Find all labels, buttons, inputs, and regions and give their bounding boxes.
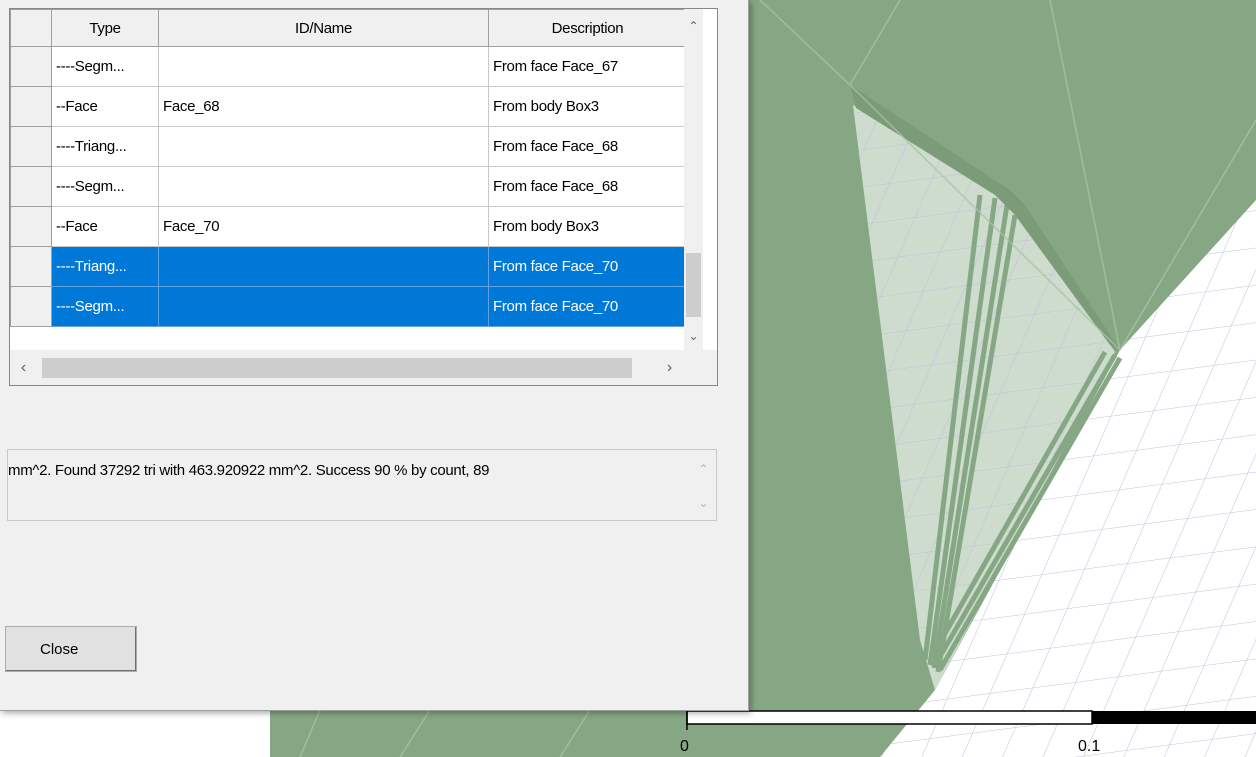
- result-message: mm^2. Found 37292 tri with 463.920922 mm…: [8, 462, 490, 479]
- row-header[interactable]: [10, 126, 52, 167]
- id-cell[interactable]: Face_68: [158, 86, 489, 127]
- description-cell[interactable]: From body Box3: [488, 206, 687, 247]
- message-scroll-down-icon[interactable]: ⌄: [694, 494, 713, 513]
- description-cell[interactable]: From face Face_68: [488, 126, 687, 167]
- results-grid[interactable]: Type ID/Name Description ----Segm... Fro…: [9, 8, 718, 386]
- id-cell[interactable]: Face_70: [158, 206, 489, 247]
- vertical-scrollbar[interactable]: ⌃ ⌄: [684, 9, 703, 350]
- type-cell[interactable]: ----Triang...: [51, 246, 159, 287]
- scroll-up-icon[interactable]: ⌃: [684, 17, 703, 36]
- description-cell[interactable]: From face Face_70: [488, 286, 687, 327]
- row-header[interactable]: [10, 206, 52, 247]
- type-cell[interactable]: --Face: [51, 86, 159, 127]
- description-cell[interactable]: From face Face_67: [488, 46, 687, 87]
- scroll-right-icon[interactable]: ›: [660, 358, 679, 377]
- table-row-selected[interactable]: ----Segm... From face Face_70: [10, 286, 687, 327]
- table-row[interactable]: --Face Face_68 From body Box3: [10, 86, 687, 127]
- scroll-down-icon[interactable]: ⌄: [684, 327, 703, 346]
- row-header[interactable]: [10, 86, 52, 127]
- type-cell[interactable]: ----Segm...: [51, 286, 159, 327]
- id-cell[interactable]: [158, 246, 489, 287]
- type-cell[interactable]: ----Segm...: [51, 46, 159, 87]
- message-box[interactable]: mm^2. Found 37292 tri with 463.920922 mm…: [7, 449, 717, 521]
- table-row-selected[interactable]: ----Triang... From face Face_70: [10, 246, 687, 287]
- scale-label-0: 0: [680, 738, 689, 755]
- row-header[interactable]: [10, 46, 52, 87]
- message-scrollbar[interactable]: ⌃ ⌄: [692, 450, 714, 520]
- column-header-description[interactable]: Description: [488, 9, 687, 47]
- table-row[interactable]: --Face Face_70 From body Box3: [10, 206, 687, 247]
- horizontal-scroll-thumb[interactable]: [42, 358, 632, 378]
- table-row[interactable]: ----Segm... From face Face_68: [10, 166, 687, 207]
- id-cell[interactable]: [158, 126, 489, 167]
- row-header[interactable]: [10, 286, 52, 327]
- id-cell[interactable]: [158, 166, 489, 207]
- type-cell[interactable]: --Face: [51, 206, 159, 247]
- scroll-left-icon[interactable]: ‹: [14, 358, 33, 377]
- row-header[interactable]: [10, 246, 52, 287]
- close-button[interactable]: Close: [5, 626, 137, 672]
- column-header-type[interactable]: Type: [51, 9, 159, 47]
- type-cell[interactable]: ----Triang...: [51, 126, 159, 167]
- results-table: Type ID/Name Description ----Segm... Fro…: [10, 9, 687, 327]
- vertical-scroll-thumb[interactable]: [686, 253, 701, 317]
- id-cell[interactable]: [158, 46, 489, 87]
- message-scroll-up-icon[interactable]: ⌃: [694, 460, 713, 479]
- row-header[interactable]: [10, 166, 52, 207]
- scale-label-0.1: 0.1: [1078, 738, 1101, 755]
- corner-header: [10, 9, 52, 47]
- scrollbar-corner: [684, 350, 717, 385]
- column-header-id-name[interactable]: ID/Name: [158, 9, 489, 47]
- id-cell[interactable]: [158, 286, 489, 327]
- description-cell[interactable]: From face Face_70: [488, 246, 687, 287]
- type-cell[interactable]: ----Segm...: [51, 166, 159, 207]
- table-row[interactable]: ----Triang... From face Face_68: [10, 126, 687, 167]
- horizontal-scrollbar[interactable]: ‹ ›: [10, 350, 684, 385]
- table-row[interactable]: ----Segm... From face Face_67: [10, 46, 687, 87]
- description-cell[interactable]: From body Box3: [488, 86, 687, 127]
- description-cell[interactable]: From face Face_68: [488, 166, 687, 207]
- table-header-row: Type ID/Name Description: [10, 9, 687, 47]
- mesh-check-dialog: Type ID/Name Description ----Segm... Fro…: [0, 0, 749, 711]
